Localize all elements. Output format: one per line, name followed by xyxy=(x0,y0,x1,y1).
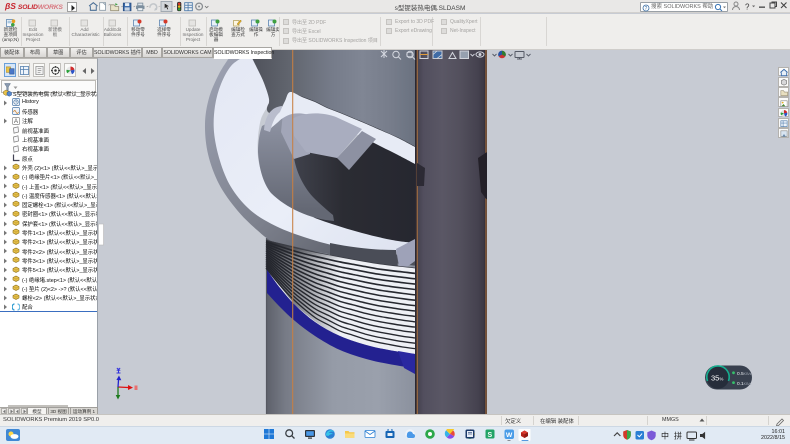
svg-text:拼: 拼 xyxy=(674,431,682,441)
svg-text:W: W xyxy=(506,432,513,439)
svg-text:中: 中 xyxy=(661,431,669,441)
svg-text:?: ? xyxy=(745,3,750,12)
svg-text:A: A xyxy=(14,119,18,125)
svg-text:?: ? xyxy=(645,6,648,12)
svg-text:S: S xyxy=(488,432,493,439)
